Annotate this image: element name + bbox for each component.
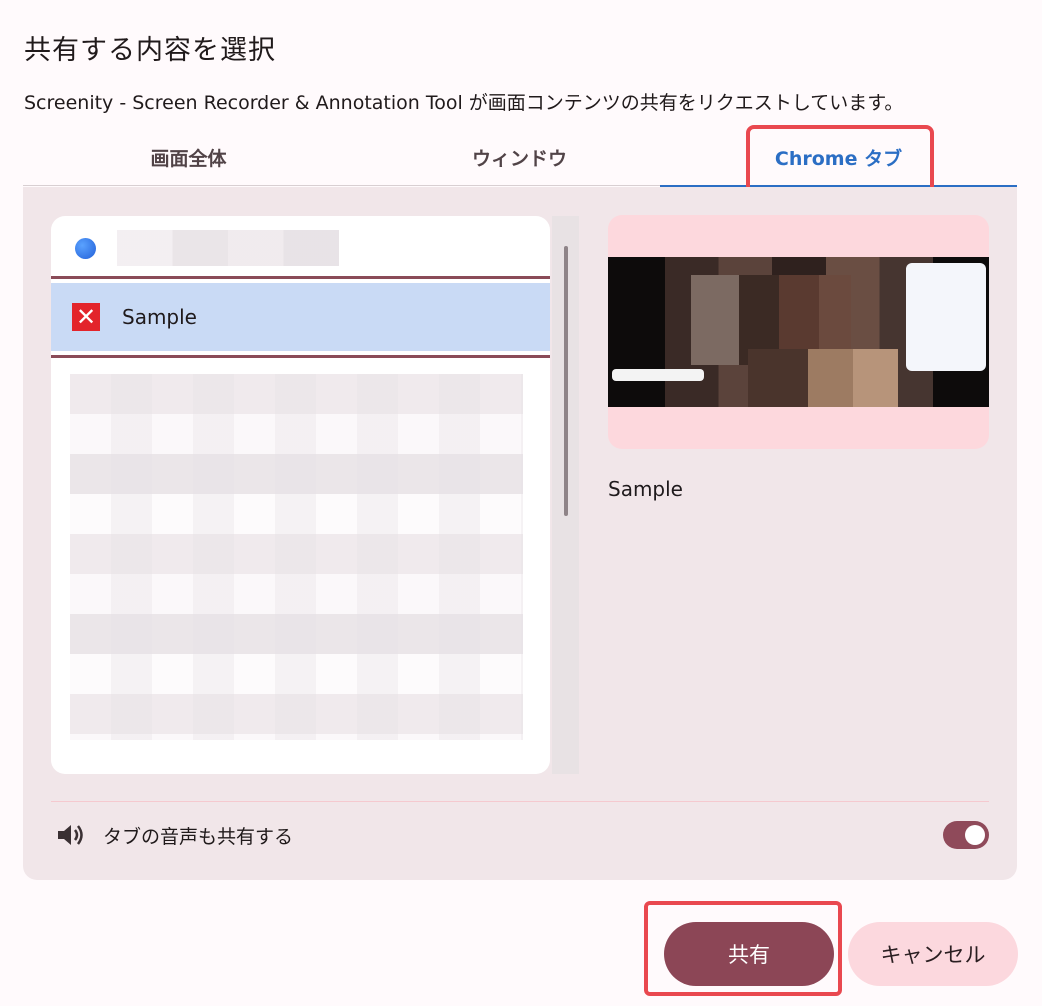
- list-item[interactable]: [51, 216, 550, 276]
- tab-window[interactable]: ウィンドウ: [354, 128, 685, 186]
- cancel-button[interactable]: キャンセル: [848, 922, 1018, 986]
- tab-chrome-tab-label: Chrome タブ: [774, 147, 903, 170]
- preview-blur-region: [748, 349, 898, 407]
- tab-entire-screen[interactable]: 画面全体: [23, 128, 354, 186]
- audio-share-toggle[interactable]: [943, 821, 989, 849]
- divider: [51, 801, 989, 802]
- dialog-subtitle: Screenity - Screen Recorder & Annotation…: [24, 92, 904, 114]
- blurred-tab-list: [70, 374, 523, 740]
- scrollbar-thumb[interactable]: [564, 246, 568, 516]
- speaker-icon: [58, 825, 83, 845]
- preview-label: Sample: [608, 477, 683, 501]
- share-source-tabs: 画面全体 ウィンドウ Chrome タブ: [23, 128, 1017, 188]
- selected-row: ✕ Sample: [51, 283, 550, 351]
- tab-preview: [608, 215, 989, 449]
- preview-extension-panel: [906, 263, 986, 371]
- tab-list: ✕ Sample: [51, 216, 550, 774]
- preview-toolbar: [612, 369, 704, 381]
- audio-share-label: タブの音声も共有する: [103, 825, 294, 848]
- tab-chrome-tab[interactable]: Chrome タブ: [660, 128, 1017, 188]
- blurred-tab-title: [117, 230, 339, 266]
- favicon-blue-dot-icon: [75, 238, 96, 259]
- tab-content-panel: ✕ Sample Sample タブの音声も共有する: [23, 187, 1017, 880]
- share-button[interactable]: 共有: [664, 922, 834, 986]
- audio-share-row: タブの音声も共有する: [51, 807, 989, 863]
- list-scrollbar[interactable]: [552, 216, 579, 774]
- dialog-title: 共有する内容を選択: [24, 35, 276, 66]
- selected-tab-label: Sample: [122, 305, 197, 329]
- red-x-favicon-icon: ✕: [72, 303, 100, 331]
- preview-thumbnail: [608, 257, 989, 407]
- toggle-knob: [965, 825, 985, 845]
- list-item-selected[interactable]: ✕ Sample: [51, 276, 550, 358]
